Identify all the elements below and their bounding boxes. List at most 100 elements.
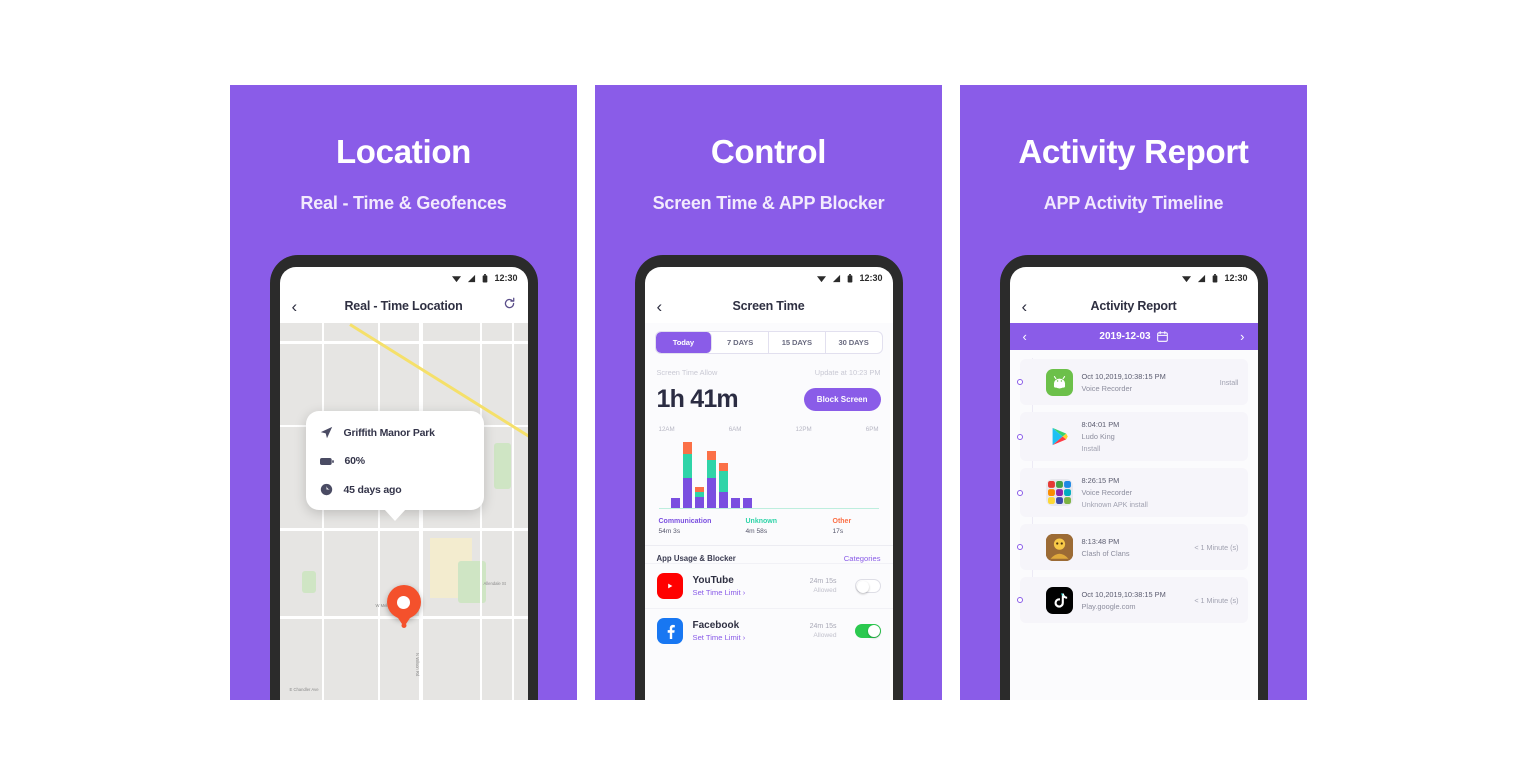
chart-bar	[718, 463, 728, 509]
map-road-label: E Chandler Ave	[289, 687, 319, 692]
phone-screen: 12:30 ‹ Screen Time Today 7 DAYS 15 DAYS…	[644, 267, 893, 700]
panel-subtitle: Screen Time & APP Blocker	[652, 193, 885, 213]
phone-mockup-location: 12:30 ‹ Real - Time Location W Allendale…	[269, 255, 538, 700]
battery-level-icon	[319, 457, 334, 465]
timeline-text: 8:13:48 PM Clash of Clans	[1082, 537, 1189, 558]
timeline-item[interactable]: Oct 10,2019,10:38:15 PM Play.google.com …	[1016, 577, 1248, 623]
screen-time-allow-label: Screen Time Allow	[656, 368, 718, 377]
apps-grid-icon	[1045, 479, 1073, 506]
x-tick-1: 6AM	[728, 426, 742, 433]
app-usage-time: 24m 15s Allowed	[810, 578, 837, 594]
calendar-icon[interactable]	[1156, 331, 1168, 342]
navigation-arrow-icon	[320, 426, 332, 439]
entry-detail: < 1 Minute (s)	[1194, 542, 1239, 552]
date-selector-bar: ‹ 2019-12-03 ›	[1009, 323, 1258, 350]
last-seen-value: 45 days ago	[343, 483, 402, 496]
map-road-label: N Wilson Rd	[414, 653, 420, 677]
timeline-text: 8:26:15 PM Voice Recorder Unknown APK in…	[1082, 476, 1239, 509]
chart-bar	[706, 451, 716, 509]
timeline-text: 8:04:01 PM Ludo King Install	[1082, 420, 1239, 453]
legend-value: 54m 3s	[658, 528, 681, 535]
timeline-item[interactable]: Oct 10,2019,10:38:15 PM Voice Recorder I…	[1016, 359, 1248, 405]
set-time-limit-link[interactable]: Set Time Limit ›	[693, 633, 746, 642]
feature-panel-activity-report: Activity Report APP Activity Timeline 12…	[960, 85, 1307, 700]
activity-timeline: Oct 10,2019,10:38:15 PM Voice Recorder I…	[1010, 350, 1258, 623]
activity-report-content: ‹ 2019-12-03 › Oct 10,2019,10:38:15 PM V…	[1009, 323, 1258, 700]
status-bar: 12:30	[1010, 267, 1258, 289]
tab-today[interactable]: Today	[655, 332, 713, 353]
tab-7-days[interactable]: 7 DAYS	[712, 332, 769, 353]
app-block-toggle[interactable]	[854, 579, 881, 593]
app-row-facebook[interactable]: Facebook Set Time Limit › 24m 15s Allowe…	[644, 608, 893, 653]
total-screen-time: 1h 41m	[656, 385, 739, 413]
timeline-dot	[1016, 433, 1023, 440]
usage-status: Allowed	[813, 632, 837, 639]
x-tick-3: 6PM	[865, 426, 879, 433]
status-time: 12:30	[1224, 273, 1248, 283]
selected-date-group[interactable]: 2019-12-03	[1099, 331, 1168, 342]
chart-bar-segment	[706, 460, 716, 478]
block-screen-button[interactable]: Block Screen	[803, 388, 881, 411]
chart-bar-segment	[718, 463, 728, 471]
status-time: 12:30	[494, 273, 518, 283]
app-navbar: ‹ Real - Time Location	[280, 289, 528, 323]
location-info-card: Griffith Manor Park 60% 45 days ago	[305, 411, 484, 521]
entry-detail: < 1 Minute (s)	[1194, 595, 1239, 605]
app-block-toggle[interactable]	[854, 624, 881, 638]
timeline-item[interactable]: 8:04:01 PM Ludo King Install	[1016, 412, 1248, 461]
chart-legend: Communication 54m 3s Unknown 4m 58s Othe…	[659, 518, 879, 535]
location-pin-marker[interactable]	[386, 585, 421, 619]
app-row-youtube[interactable]: YouTube Set Time Limit › 24m 15s Allowed	[644, 563, 893, 608]
timeline-text: Oct 10,2019,10:38:15 PM Play.google.com	[1082, 590, 1189, 611]
page-title: Real - Time Location	[344, 299, 463, 313]
chart-x-axis: 12AM 6AM 12PM 6PM	[659, 426, 879, 433]
screen-time-summary: 1h 41m Block Screen	[657, 385, 881, 414]
entry-app: Clash of Clans	[1081, 548, 1130, 558]
timeline-item[interactable]: 8:13:48 PM Clash of Clans < 1 Minute (s)	[1016, 524, 1248, 570]
tab-15-days[interactable]: 15 DAYS	[769, 332, 826, 353]
tiktok-icon	[1045, 586, 1073, 614]
youtube-icon	[656, 573, 683, 599]
entry-time: Oct 10,2019,10:38:15 PM	[1081, 371, 1166, 381]
panel-title: Control	[710, 133, 827, 170]
signal-icon	[1198, 274, 1206, 282]
set-time-limit-link[interactable]: Set Time Limit ›	[693, 588, 746, 597]
info-row-battery: 60%	[319, 455, 470, 467]
timeline-dot	[1016, 597, 1023, 603]
panel-title: Activity Report	[1018, 133, 1249, 170]
status-time: 12:30	[859, 273, 883, 283]
panel-subtitle: APP Activity Timeline	[1043, 193, 1224, 213]
legend-label: Other	[832, 518, 852, 525]
chart-bar	[694, 487, 704, 509]
toggle-knob	[867, 625, 880, 637]
refresh-icon[interactable]	[503, 297, 516, 315]
wifi-icon	[1182, 275, 1192, 282]
screen-time-content: Today 7 DAYS 15 DAYS 30 DAYS Screen Time…	[644, 323, 893, 700]
legend-value: 17s	[832, 528, 844, 535]
map-view[interactable]: E Fulton St W Melrose Ave Allendale St E…	[279, 323, 528, 700]
chart-bar-segment	[682, 454, 692, 478]
previous-day-button[interactable]: ‹	[1023, 329, 1027, 344]
app-usage-header: App Usage & Blocker Categories	[645, 546, 893, 563]
status-bar: 12:30	[645, 267, 893, 289]
facebook-icon	[656, 618, 683, 644]
timeline-item[interactable]: 8:26:15 PM Voice Recorder Unknown APK in…	[1016, 468, 1248, 517]
entry-app: Ludo King	[1081, 432, 1115, 441]
next-day-button[interactable]: ›	[1240, 329, 1244, 344]
chart-baseline	[658, 508, 879, 509]
entry-time: 8:26:15 PM	[1081, 476, 1120, 485]
entry-detail: Install	[1219, 377, 1239, 387]
x-tick-0: 12AM	[658, 426, 675, 433]
entry-time: Oct 10,2019,10:38:15 PM	[1081, 589, 1166, 599]
screenshot-root: Location Real - Time & Geofences 12:30 ‹…	[0, 0, 1536, 768]
legend-label: Communication	[658, 518, 712, 525]
tab-30-days[interactable]: 30 DAYS	[826, 332, 882, 353]
signal-icon	[468, 274, 476, 282]
phone-mockup-activity: 12:30 ‹ Activity Report ‹ 2019-12-03 › O…	[999, 255, 1268, 700]
app-usage-title: App Usage & Blocker	[656, 554, 736, 563]
entry-app: Voice Recorder	[1081, 383, 1133, 393]
categories-link[interactable]: Categories	[844, 554, 881, 563]
usage-status: Allowed	[813, 587, 837, 594]
phone-screen: 12:30 ‹ Activity Report ‹ 2019-12-03 › O…	[1009, 267, 1258, 700]
entry-app: Voice Recorder	[1081, 488, 1133, 497]
